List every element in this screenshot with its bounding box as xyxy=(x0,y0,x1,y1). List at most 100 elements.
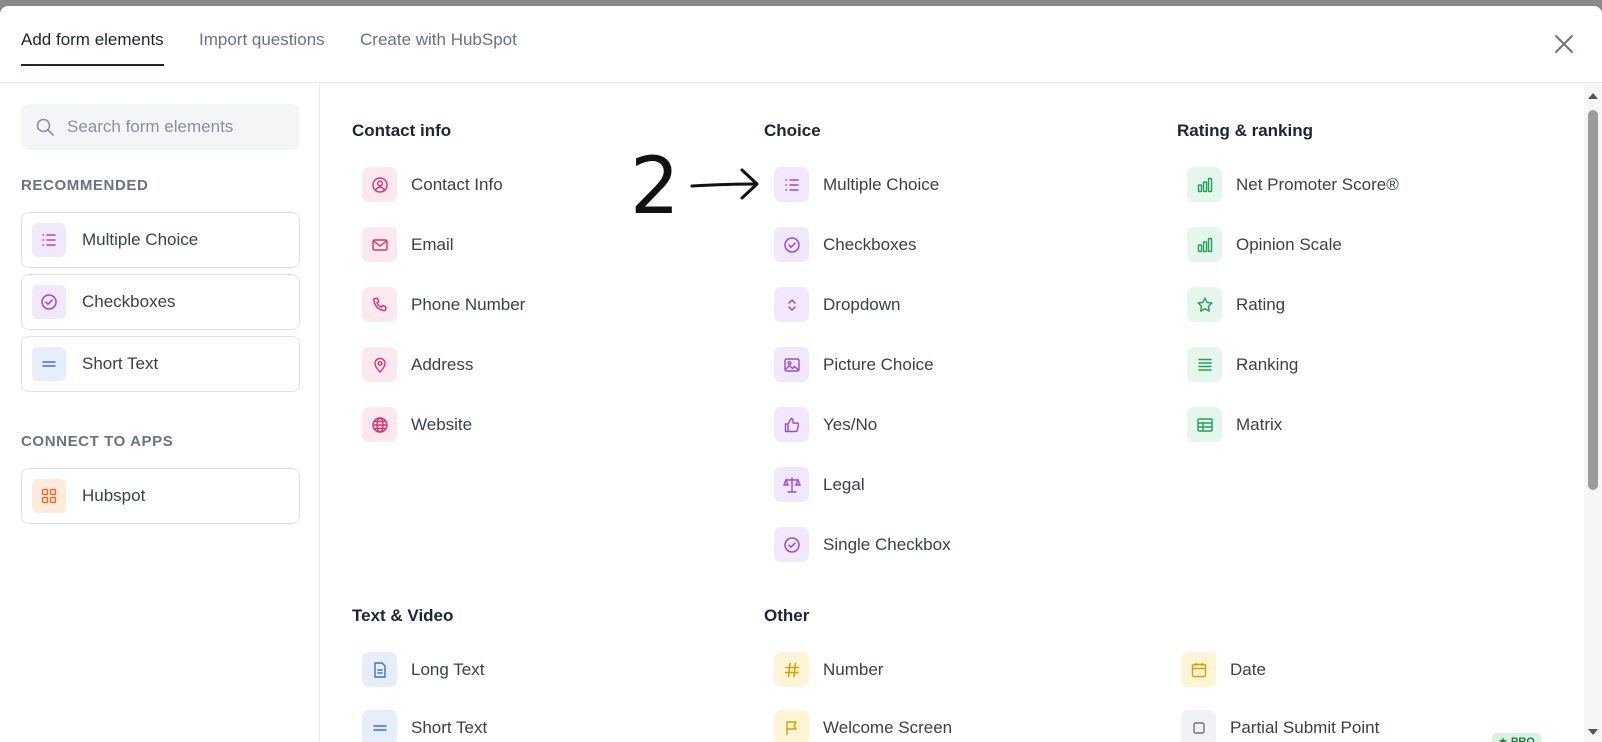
element-website[interactable]: Website xyxy=(362,405,692,445)
element-label: Website xyxy=(411,415,473,434)
element-single-checkbox[interactable]: Single Checkbox xyxy=(774,525,1104,565)
element-rating[interactable]: Rating xyxy=(1187,285,1517,325)
element-ranking[interactable]: Ranking xyxy=(1187,345,1517,385)
element-label: Yes/No xyxy=(823,415,878,434)
globe-icon xyxy=(362,407,397,442)
app-hubspot[interactable]: Hubspot xyxy=(21,468,300,524)
element-label: Opinion Scale xyxy=(1236,235,1342,254)
element-label: Date xyxy=(1230,660,1266,679)
element-phone-number[interactable]: Phone Number xyxy=(362,285,692,325)
annotation-number: 2 xyxy=(630,142,680,232)
scroll-thumb[interactable] xyxy=(1588,110,1598,490)
connect-to-apps-label: CONNECT TO APPS xyxy=(21,433,174,450)
check-circle-icon xyxy=(774,527,809,562)
phone-icon xyxy=(362,287,397,322)
recommended-multiple-choice[interactable]: Multiple Choice xyxy=(21,212,300,268)
bar-chart-icon xyxy=(1187,167,1222,202)
element-label: Checkboxes xyxy=(823,235,917,254)
elements-panel: Contact info Contact Info Email Phone Nu… xyxy=(321,84,1581,742)
scrollbar[interactable] xyxy=(1584,84,1602,742)
element-partial-submit-point[interactable]: Partial Submit Point xyxy=(1181,708,1511,742)
flag-icon xyxy=(774,710,809,742)
rating-ranking-title: Rating & ranking xyxy=(1177,121,1314,140)
scales-icon xyxy=(774,467,809,502)
table-icon xyxy=(1187,407,1222,442)
bar-chart-icon xyxy=(1187,227,1222,262)
element-date[interactable]: Date xyxy=(1181,650,1511,690)
element-yes-no[interactable]: Yes/No xyxy=(774,405,1104,445)
equals-icon xyxy=(362,710,397,742)
tab-create-with-hubspot[interactable]: Create with HubSpot xyxy=(360,30,517,64)
element-welcome-screen[interactable]: Welcome Screen xyxy=(774,708,1104,742)
add-form-elements-modal: Add form elements Import questions Creat… xyxy=(0,6,1602,742)
element-label: Matrix xyxy=(1236,415,1283,434)
element-label: Multiple Choice xyxy=(823,175,940,194)
recommended-label-text: Checkboxes xyxy=(82,292,176,311)
element-long-text[interactable]: Long Text xyxy=(362,650,692,690)
app-label: Hubspot xyxy=(82,486,146,505)
search-input[interactable] xyxy=(67,104,292,150)
thumbs-up-icon xyxy=(774,407,809,442)
arrow-right-icon xyxy=(690,168,759,200)
user-circle-icon xyxy=(362,167,397,202)
element-label: Partial Submit Point xyxy=(1230,718,1380,737)
element-number[interactable]: Number xyxy=(774,650,1104,690)
check-circle-icon xyxy=(774,227,809,262)
text-video-title: Text & Video xyxy=(352,606,454,625)
element-label: Email xyxy=(411,235,454,254)
chevron-up-down-icon xyxy=(774,287,809,322)
contact-info-title: Contact info xyxy=(352,121,452,140)
element-address[interactable]: Address xyxy=(362,345,692,385)
element-opinion-scale[interactable]: Opinion Scale xyxy=(1187,225,1517,265)
list-icon xyxy=(32,223,66,257)
recommended-label-text: Multiple Choice xyxy=(82,230,199,249)
map-pin-icon xyxy=(362,347,397,382)
tab-add-form-elements[interactable]: Add form elements xyxy=(21,30,164,66)
pro-badge: ★ PRO xyxy=(1492,733,1541,742)
element-label: Long Text xyxy=(411,660,485,679)
calendar-icon xyxy=(1181,652,1216,687)
element-matrix[interactable]: Matrix xyxy=(1187,405,1517,445)
equals-icon xyxy=(32,347,66,381)
element-picture-choice[interactable]: Picture Choice xyxy=(774,345,1104,385)
element-dropdown[interactable]: Dropdown xyxy=(774,285,1104,325)
element-legal[interactable]: Legal xyxy=(774,465,1104,505)
element-label: Ranking xyxy=(1236,355,1299,374)
recommended-checkboxes[interactable]: Checkboxes xyxy=(21,274,300,330)
list-icon xyxy=(774,167,809,202)
element-checkboxes[interactable]: Checkboxes xyxy=(774,225,1104,265)
element-label: Net Promoter Score® xyxy=(1236,175,1399,194)
element-net-promoter-score[interactable]: Net Promoter Score® xyxy=(1187,165,1517,205)
other-title: Other xyxy=(764,606,810,625)
grid-icon xyxy=(32,479,66,513)
envelope-icon xyxy=(362,227,397,262)
choice-title: Choice xyxy=(764,121,821,140)
recommended-short-text[interactable]: Short Text xyxy=(21,336,300,392)
square-icon xyxy=(1181,710,1216,742)
scroll-up-icon[interactable] xyxy=(1587,90,1599,102)
image-icon xyxy=(774,347,809,382)
tab-bar: Add form elements Import questions Creat… xyxy=(0,6,1602,83)
search-icon xyxy=(36,118,54,136)
recommended-label: RECOMMENDED xyxy=(21,177,149,194)
search-box[interactable] xyxy=(21,104,300,150)
element-label: Short Text xyxy=(411,718,488,737)
element-label: Number xyxy=(823,660,884,679)
element-label: Address xyxy=(411,355,474,374)
element-multiple-choice[interactable]: Multiple Choice xyxy=(774,165,1104,205)
element-label: Rating xyxy=(1236,295,1286,314)
element-label: Legal xyxy=(823,475,865,494)
scroll-down-icon[interactable] xyxy=(1587,726,1599,738)
element-label: Contact Info xyxy=(411,175,503,194)
tab-import-questions[interactable]: Import questions xyxy=(199,30,325,64)
document-icon xyxy=(362,652,397,687)
element-label: Single Checkbox xyxy=(823,535,951,554)
element-short-text[interactable]: Short Text xyxy=(362,708,692,742)
check-circle-icon xyxy=(32,285,66,319)
element-label: Welcome Screen xyxy=(823,718,953,737)
sidebar: RECOMMENDED Multiple Choice Checkboxes S… xyxy=(0,84,320,742)
star-icon xyxy=(1187,287,1222,322)
close-icon[interactable] xyxy=(1552,32,1576,56)
element-label: Dropdown xyxy=(823,295,901,314)
lines-icon xyxy=(1187,347,1222,382)
